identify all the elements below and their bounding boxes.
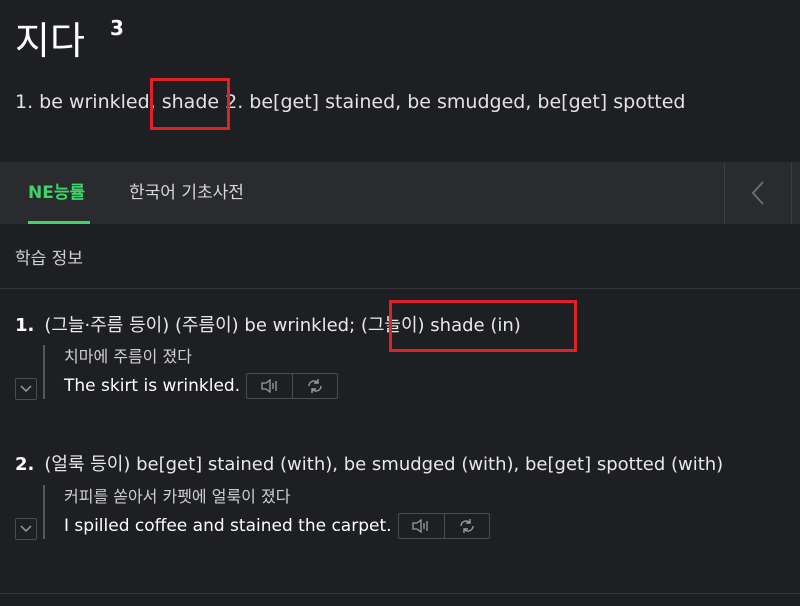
repeat-audio-button[interactable] [443,514,489,538]
tab-label: NE능률 [28,183,86,203]
sense-number: 1. [15,315,35,336]
chevron-down-icon [20,385,32,393]
repeat-audio-button[interactable] [292,374,337,398]
tab-label: 한국어 기초사전 [129,183,244,203]
divider [0,593,800,594]
dictionary-tabbar: NE능률 한국어 기초사전 [0,162,800,224]
audio-controls [397,513,490,539]
example-english-row: The skirt is wrinkled. [64,373,339,399]
chevron-left-icon [751,181,764,205]
divider [791,162,792,224]
expand-example-button[interactable] [15,378,37,400]
example-korean: 치마에 주름이 졌다 [64,347,192,366]
example-english: The skirt is wrinkled. [64,376,241,396]
speaker-icon [260,378,277,394]
example-english-row: I spilled coffee and stained the carpet. [64,513,490,539]
sense-2: 2. (얼룩 등이) be[get] stained (with), be smu… [15,450,723,476]
repeat-icon [308,379,322,393]
sense-gloss: (얼룩 등이) be[get] stained (with), be smudg… [44,454,724,475]
active-tab-indicator [28,221,90,224]
chevron-down-icon [20,525,32,533]
sense-number: 2. [15,454,35,475]
tab-ne-neungryul[interactable]: NE능률 [28,162,90,224]
play-audio-button[interactable] [399,514,444,538]
homograph-number: 3 [110,16,124,40]
entry-summary: 1. be wrinkled, shade 2. be[get] stained… [15,91,686,113]
speaker-icon [412,518,428,534]
study-info-label: 학습 정보 [15,249,83,269]
expand-example-button[interactable] [15,518,37,540]
divider [0,288,800,289]
entry-header: 지다 3 1. be wrinkled, shade 2. be[get] st… [0,0,800,162]
previous-tab-button[interactable] [725,162,791,224]
example-2: 커피를 쏟아서 카펫에 얼룩이 졌다 I spilled coffee and … [43,485,490,539]
play-audio-button[interactable] [247,374,292,398]
headword: 지다 [15,19,85,63]
example-korean: 커피를 쏟아서 카펫에 얼룩이 졌다 [64,487,291,506]
highlight-box-summary [150,78,230,130]
example-english: I spilled coffee and stained the carpet. [64,516,392,536]
highlight-box-sense [389,300,577,352]
example-1: 치마에 주름이 졌다 The skirt is wrinkled. [43,345,339,399]
tab-korean-basic-dictionary[interactable]: 한국어 기초사전 [129,162,244,224]
audio-controls [246,373,339,399]
repeat-icon [459,519,474,533]
